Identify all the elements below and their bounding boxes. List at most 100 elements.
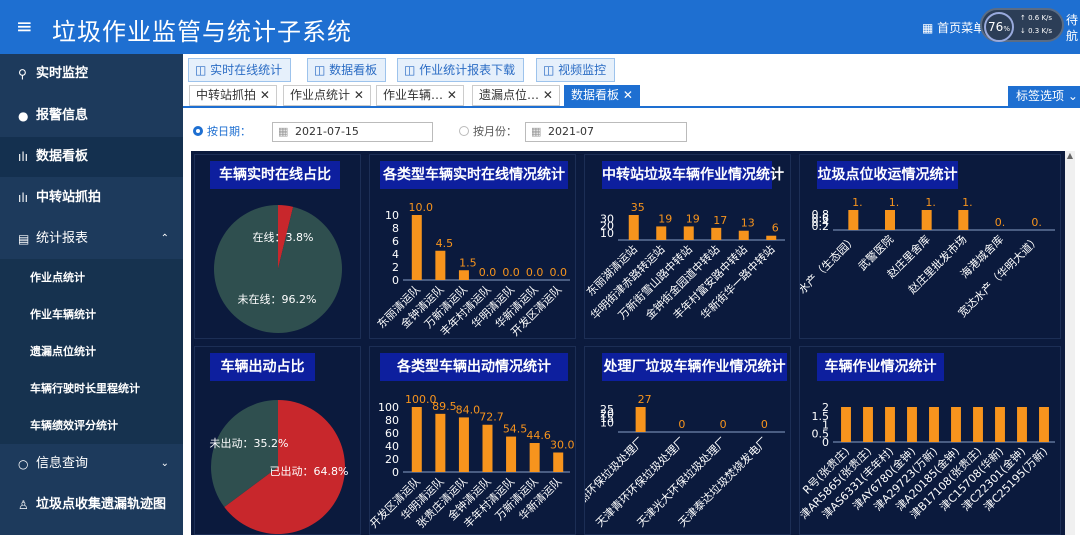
bar[interactable] [458,270,469,280]
pie-slice-未在线[interactable] [213,205,342,333]
sidebar-sub-work-point-stat[interactable]: 作业点统计 [0,259,183,296]
y-tick-label: 2 [392,261,399,274]
bar[interactable] [885,407,895,442]
chart-panel-7: 处理厂垃圾车辆作业情况统计 10 15 20 25 27 东丽环保垃圾处理厂 0 天津青环环保垃… [584,346,791,535]
app-title: 垃圾作业监管与统计子系统 [52,18,352,46]
alarm-icon: ● [18,109,29,123]
bar[interactable] [411,215,422,280]
sidebar: ⚲ 实时监控 ● 报警信息 ılı 数据看板 ılı 中转站抓拍 ▤ 统计报表 ⌃ 作业点统… [0,54,183,535]
bar[interactable] [951,407,961,442]
nav-button-video-monitor[interactable]: ◫ 视频监控 [536,58,616,82]
bar-value-label: 89.5 [432,400,457,413]
bar-value-label: 35 [631,201,645,214]
nav-button-realtime-online[interactable]: ◫ 实时在线统计 [188,58,292,82]
monitor-icon: ◫ [543,63,559,77]
calendar-icon: ▦ [531,125,542,138]
top-bar: ≡ 垃圾作业监管与统计子系统 ▦ 首页菜单 76% ↑ 0.6 K/s ↓ 0.… [0,0,1080,54]
tab-vehicle-stat[interactable]: 作业车辆… ✕ [376,85,464,106]
sidebar-item-realtime-monitor[interactable]: ⚲ 实时监控 [0,54,183,94]
sidebar-sub-missed-point-stat[interactable]: 遗漏点位统计 [0,333,183,370]
bar[interactable] [435,250,446,280]
bar[interactable] [885,210,895,230]
chart-svg: 在线：3.8% 未在线：96.2% [213,205,342,333]
bar-value-label: 1. [889,196,900,209]
nav-button-data-board[interactable]: ◫ 数据看板 [307,58,387,82]
y-tick-label: 10 [385,209,399,222]
bar[interactable] [482,424,493,472]
sidebar-sub-vehicle-stat[interactable]: 作业车辆统计 [0,296,183,333]
bar[interactable] [458,417,469,472]
bar[interactable] [929,407,939,442]
sidebar-sub-performance-stat[interactable]: 车辆绩效评分统计 [0,407,183,444]
bar[interactable] [553,452,564,473]
monitor-icon: ◫ [314,63,330,77]
bar-value-label: 44.6 [526,429,551,442]
tag-options-dropdown[interactable]: 标签选项 ⌄ [1008,86,1080,106]
bar[interactable] [656,226,667,240]
month-input[interactable]: ▦ 2021-07 [525,122,687,142]
bar[interactable] [958,210,969,230]
bar[interactable] [711,227,722,240]
y-tick-label: 8 [392,222,399,235]
bar-value-label: 27 [638,393,652,406]
upload-rate: ↑ 0.6 K/s [1020,14,1053,22]
bar-value-label: 30.0 [550,439,575,452]
bar[interactable] [848,210,859,230]
chevron-up-icon: ⌃ [160,233,169,244]
sidebar-item-stat-reports[interactable]: ▤ 统计报表 ⌃ [0,219,183,259]
bar-value-label: 17 [713,214,727,227]
date-input[interactable]: ▦ 2021-07-15 [272,122,433,142]
by-month-radio[interactable]: 按月份： [459,122,517,142]
bar[interactable] [907,407,917,442]
chevron-down-icon: ⌄ [160,458,169,469]
y-tick-label: 20 [385,453,399,466]
bar[interactable] [841,407,851,442]
bar[interactable] [738,230,749,240]
bar-value-label: 1. [925,196,936,209]
tab-transfer-capture[interactable]: 中转站抓拍 ✕ [189,85,277,106]
home-menu-link[interactable]: ▦ 首页菜单 [922,19,985,36]
bar-value-label: 0 [720,418,727,431]
search-icon: ○ [18,457,29,471]
bar[interactable] [995,407,1005,442]
bar[interactable] [683,226,694,240]
bar-chart-icon: ılı [18,191,29,205]
chart-svg: 已出动：64.8% 未出动：35.2% [210,400,348,534]
sidebar-item-data-board[interactable]: ılı 数据看板 [0,137,183,177]
bar[interactable] [529,443,540,472]
by-date-radio[interactable]: 按日期： [193,122,251,142]
bar[interactable] [863,407,873,442]
tab-data-board[interactable]: 数据看板 ✕ [564,85,640,106]
bar-value-label: 6 [772,222,779,235]
bar[interactable] [766,235,777,240]
hamburger-menu-icon[interactable]: ≡ [16,14,33,38]
tab-missed-point-stat[interactable]: 遗漏点位… ✕ [472,85,560,106]
bar-value-label: 13 [741,217,755,230]
sidebar-sub-drive-time-stat[interactable]: 车辆行驶时长里程统计 [0,370,183,407]
sidebar-item-alarm-info[interactable]: ● 报警信息 [0,96,183,136]
sidebar-item-transfer-capture[interactable]: ılı 中转站抓拍 [0,178,183,218]
download-rate: ↓ 0.3 K/s [1020,27,1053,35]
bar[interactable] [1017,407,1027,442]
bar-value-label: 4.5 [436,237,454,250]
sidebar-item-missed-track-map[interactable]: ♙ 垃圾点收集遗漏轨迹图 [0,485,183,525]
top-right-text[interactable]: 待航 [1066,12,1078,44]
bar[interactable] [635,407,646,432]
bar[interactable] [506,436,517,472]
nav-button-report-download[interactable]: ◫ 作业统计报表下载 [397,58,525,82]
vertical-scrollbar[interactable]: ▲ [1065,151,1075,535]
bar[interactable] [411,407,422,472]
bar[interactable] [628,215,639,240]
tab-work-point-stat[interactable]: 作业点统计 ✕ [283,85,371,106]
bar[interactable] [435,413,446,472]
sidebar-item-info-query[interactable]: ○ 信息查询 ⌄ [0,444,183,484]
bar-value-label: 0. [995,216,1006,229]
network-speed-widget[interactable]: 76% ↑ 0.6 K/s ↓ 0.3 K/s [980,8,1064,42]
bar[interactable] [1039,407,1049,442]
bar-value-label: 72.7 [479,411,504,424]
x-tick-label: 水产（生态园） [800,232,859,296]
pie-label: 未出动：35.2% [210,436,289,450]
bar[interactable] [973,407,983,442]
bar-value-label: 19 [686,212,700,225]
bar[interactable] [921,210,932,230]
